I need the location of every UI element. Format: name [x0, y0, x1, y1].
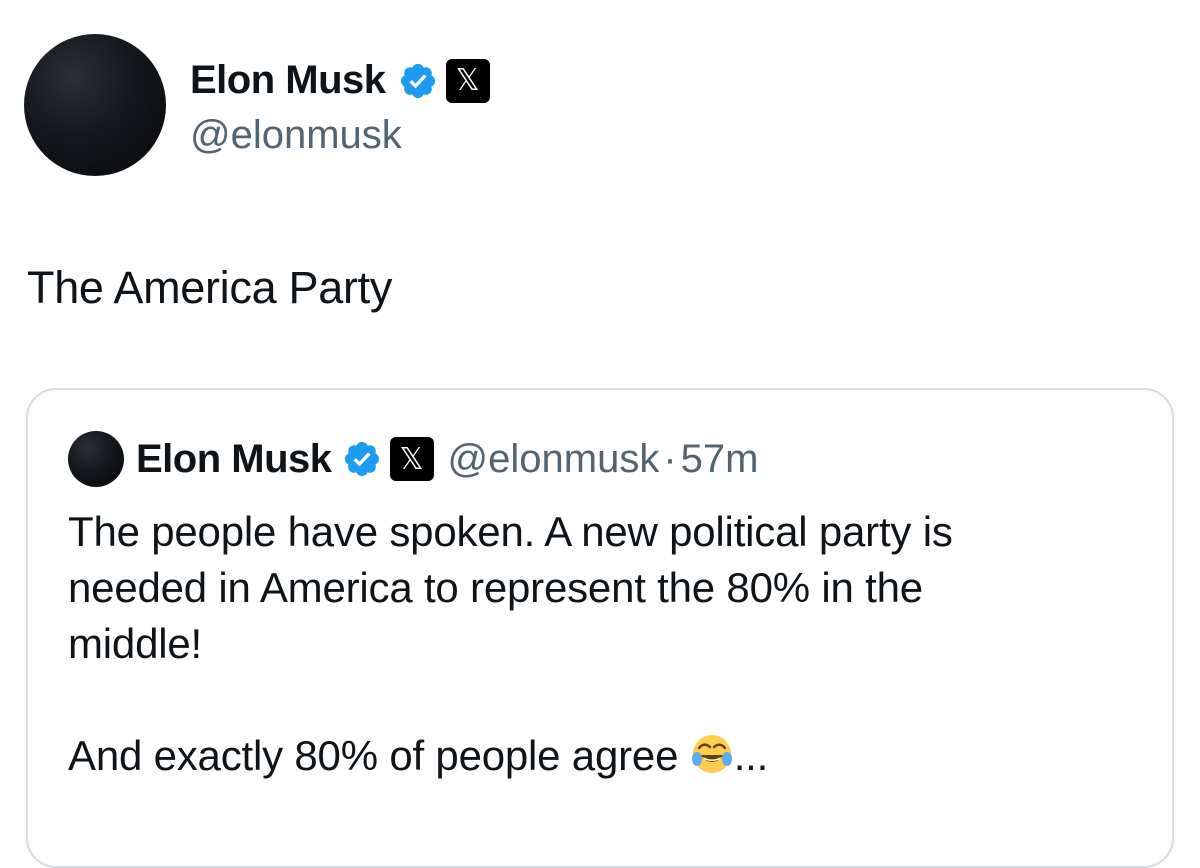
tweet: Elon Musk 𝕏 @elonmusk The America Party … — [0, 0, 1200, 868]
quoted-avatar[interactable] — [68, 431, 124, 487]
quoted-tweet-card[interactable]: Elon Musk 𝕏 @elonmusk · 57m The people h… — [26, 388, 1174, 868]
quoted-text-line: middle! — [68, 620, 202, 667]
x-logo-icon: 𝕏 — [445, 58, 490, 103]
quoted-text-line: needed in America to represent the 80% i… — [68, 564, 923, 611]
quoted-tweet-body: The people have spoken. A new political … — [68, 504, 1128, 784]
author-display-name[interactable]: Elon Musk — [190, 58, 386, 103]
separator-dot: · — [663, 436, 677, 481]
ellipsis: ... — [733, 732, 769, 779]
quoted-text-line: And exactly 80% of people agree ... — [68, 728, 1128, 784]
tweet-author[interactable]: Elon Musk 𝕏 @elonmusk — [24, 34, 490, 176]
quoted-timestamp[interactable]: 57m — [681, 437, 759, 482]
quoted-display-name[interactable]: Elon Musk — [136, 437, 332, 482]
author-handle[interactable]: @elonmusk — [190, 113, 490, 158]
verified-badge-icon — [344, 441, 379, 477]
verified-badge-icon — [400, 63, 435, 98]
tears-of-joy-emoji-icon — [691, 735, 732, 773]
avatar[interactable] — [24, 34, 166, 176]
quoted-handle[interactable]: @elonmusk — [448, 437, 660, 482]
tweet-text: The America Party — [27, 262, 393, 313]
quoted-text-segment: And exactly 80% of people agree — [68, 732, 690, 779]
author-name-row: Elon Musk 𝕏 — [190, 53, 490, 109]
author-info: Elon Musk 𝕏 @elonmusk — [190, 53, 490, 158]
quoted-tweet-header: Elon Musk 𝕏 @elonmusk · 57m — [68, 430, 758, 488]
x-logo-icon: 𝕏 — [389, 437, 434, 481]
quoted-text-line: The people have spoken. A new political … — [68, 508, 953, 555]
